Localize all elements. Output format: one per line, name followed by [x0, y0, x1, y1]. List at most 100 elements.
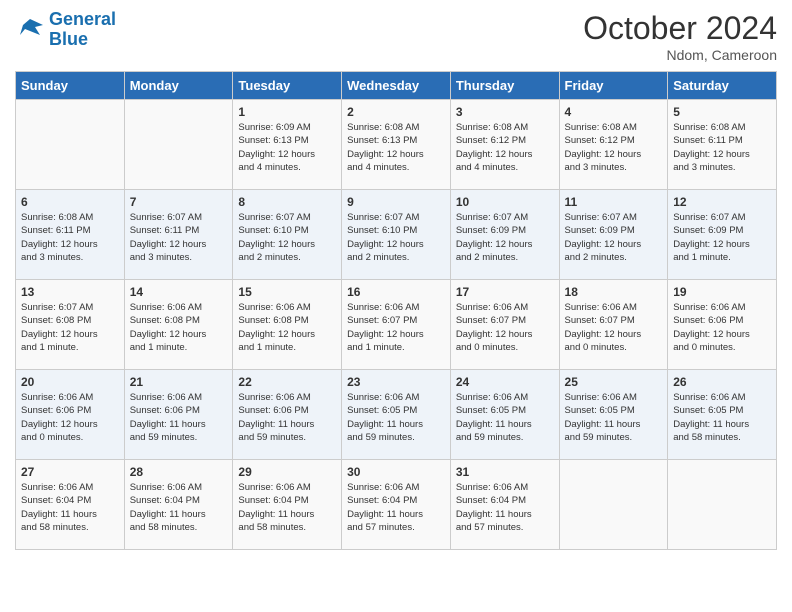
- calendar-cell: 6Sunrise: 6:08 AM Sunset: 6:11 PM Daylig…: [16, 190, 125, 280]
- day-info: Sunrise: 6:06 AM Sunset: 6:05 PM Dayligh…: [347, 391, 445, 444]
- day-info: Sunrise: 6:08 AM Sunset: 6:13 PM Dayligh…: [347, 121, 445, 174]
- calendar-cell: 20Sunrise: 6:06 AM Sunset: 6:06 PM Dayli…: [16, 370, 125, 460]
- calendar-week-4: 20Sunrise: 6:06 AM Sunset: 6:06 PM Dayli…: [16, 370, 777, 460]
- day-number: 5: [673, 105, 771, 119]
- col-header-tuesday: Tuesday: [233, 72, 342, 100]
- calendar-cell: 12 Sunrise: 6:07 AM Sunset: 6:09 PM Dayli…: [668, 190, 777, 280]
- day-number: 7: [130, 195, 228, 209]
- page-header: General Blue October 2024 Ndom, Cameroon: [15, 10, 777, 63]
- day-number: 12: [673, 195, 771, 209]
- day-info: Sunrise: 6:06 AM Sunset: 6:07 PM Dayligh…: [565, 301, 663, 354]
- calendar-cell: 14 Sunrise: 6:06 AM Sunset: 6:08 PM Dayli…: [124, 280, 233, 370]
- calendar-cell: 30Sunrise: 6:06 AM Sunset: 6:04 PM Dayli…: [342, 460, 451, 550]
- calendar-cell: 19 Sunrise: 6:06 AM Sunset: 6:06 PM Dayli…: [668, 280, 777, 370]
- day-number: 15: [238, 285, 336, 299]
- day-info: Sunrise: 6:06 AM Sunset: 6:04 PM Dayligh…: [21, 481, 119, 534]
- day-number: 2: [347, 105, 445, 119]
- day-info: Sunrise: 6:07 AM Sunset: 6:10 PM Dayligh…: [347, 211, 445, 264]
- calendar-cell: 15 Sunrise: 6:06 AM Sunset: 6:08 PM Dayli…: [233, 280, 342, 370]
- calendar-cell: 17Sunrise: 6:06 AM Sunset: 6:07 PM Dayli…: [450, 280, 559, 370]
- day-number: 22: [238, 375, 336, 389]
- month-title: October 2024: [583, 10, 777, 47]
- day-info: Sunrise: 6:07 AM Sunset: 6:09 PM Dayligh…: [456, 211, 554, 264]
- calendar-week-2: 6Sunrise: 6:08 AM Sunset: 6:11 PM Daylig…: [16, 190, 777, 280]
- calendar-cell: [16, 100, 125, 190]
- calendar-cell: [668, 460, 777, 550]
- calendar-cell: 8 Sunrise: 6:07 AM Sunset: 6:10 PM Daylig…: [233, 190, 342, 280]
- logo-icon: [15, 17, 45, 42]
- day-number: 26: [673, 375, 771, 389]
- day-number: 28: [130, 465, 228, 479]
- col-header-sunday: Sunday: [16, 72, 125, 100]
- col-header-friday: Friday: [559, 72, 668, 100]
- day-number: 4: [565, 105, 663, 119]
- calendar-cell: 24Sunrise: 6:06 AM Sunset: 6:05 PM Dayli…: [450, 370, 559, 460]
- calendar-cell: 18 Sunrise: 6:06 AM Sunset: 6:07 PM Dayli…: [559, 280, 668, 370]
- day-info: Sunrise: 6:06 AM Sunset: 6:04 PM Dayligh…: [456, 481, 554, 534]
- day-number: 9: [347, 195, 445, 209]
- calendar-cell: 3 Sunrise: 6:08 AM Sunset: 6:12 PM Daylig…: [450, 100, 559, 190]
- day-info: Sunrise: 6:06 AM Sunset: 6:07 PM Dayligh…: [347, 301, 445, 354]
- day-number: 24: [456, 375, 554, 389]
- calendar-cell: 5 Sunrise: 6:08 AM Sunset: 6:11 PM Daylig…: [668, 100, 777, 190]
- day-info: Sunrise: 6:06 AM Sunset: 6:08 PM Dayligh…: [238, 301, 336, 354]
- col-header-saturday: Saturday: [668, 72, 777, 100]
- calendar-cell: [559, 460, 668, 550]
- calendar-week-3: 13 Sunrise: 6:07 AM Sunset: 6:08 PM Dayli…: [16, 280, 777, 370]
- day-info: Sunrise: 6:07 AM Sunset: 6:08 PM Dayligh…: [21, 301, 119, 354]
- day-info: Sunrise: 6:06 AM Sunset: 6:06 PM Dayligh…: [130, 391, 228, 444]
- day-info: Sunrise: 6:08 AM Sunset: 6:12 PM Dayligh…: [456, 121, 554, 174]
- day-number: 8: [238, 195, 336, 209]
- day-info: Sunrise: 6:06 AM Sunset: 6:04 PM Dayligh…: [347, 481, 445, 534]
- logo-text: General Blue: [49, 10, 116, 50]
- logo-line2: Blue: [49, 29, 88, 49]
- calendar-cell: 2 Sunrise: 6:08 AM Sunset: 6:13 PM Daylig…: [342, 100, 451, 190]
- calendar-cell: 23 Sunrise: 6:06 AM Sunset: 6:05 PM Dayli…: [342, 370, 451, 460]
- day-number: 23: [347, 375, 445, 389]
- day-info: Sunrise: 6:07 AM Sunset: 6:09 PM Dayligh…: [673, 211, 771, 264]
- day-number: 31: [456, 465, 554, 479]
- day-info: Sunrise: 6:07 AM Sunset: 6:11 PM Dayligh…: [130, 211, 228, 264]
- day-info: Sunrise: 6:08 AM Sunset: 6:11 PM Dayligh…: [673, 121, 771, 174]
- calendar-cell: 10 Sunrise: 6:07 AM Sunset: 6:09 PM Dayli…: [450, 190, 559, 280]
- day-number: 25: [565, 375, 663, 389]
- day-info: Sunrise: 6:08 AM Sunset: 6:12 PM Dayligh…: [565, 121, 663, 174]
- day-number: 13: [21, 285, 119, 299]
- day-number: 27: [21, 465, 119, 479]
- day-info: Sunrise: 6:06 AM Sunset: 6:05 PM Dayligh…: [673, 391, 771, 444]
- day-number: 18: [565, 285, 663, 299]
- day-number: 29: [238, 465, 336, 479]
- day-number: 3: [456, 105, 554, 119]
- calendar-cell: 4 Sunrise: 6:08 AM Sunset: 6:12 PM Daylig…: [559, 100, 668, 190]
- day-number: 17: [456, 285, 554, 299]
- day-info: Sunrise: 6:06 AM Sunset: 6:06 PM Dayligh…: [673, 301, 771, 354]
- day-info: Sunrise: 6:06 AM Sunset: 6:06 PM Dayligh…: [21, 391, 119, 444]
- calendar-week-1: 1 Sunrise: 6:09 AM Sunset: 6:13 PM Daylig…: [16, 100, 777, 190]
- calendar-cell: 28 Sunrise: 6:06 AM Sunset: 6:04 PM Dayli…: [124, 460, 233, 550]
- day-number: 10: [456, 195, 554, 209]
- day-info: Sunrise: 6:07 AM Sunset: 6:10 PM Dayligh…: [238, 211, 336, 264]
- day-number: 16: [347, 285, 445, 299]
- day-info: Sunrise: 6:07 AM Sunset: 6:09 PM Dayligh…: [565, 211, 663, 264]
- day-info: Sunrise: 6:06 AM Sunset: 6:04 PM Dayligh…: [130, 481, 228, 534]
- calendar-cell: 13 Sunrise: 6:07 AM Sunset: 6:08 PM Dayli…: [16, 280, 125, 370]
- day-number: 1: [238, 105, 336, 119]
- day-number: 19: [673, 285, 771, 299]
- calendar-cell: 11 Sunrise: 6:07 AM Sunset: 6:09 PM Dayli…: [559, 190, 668, 280]
- calendar-cell: 9 Sunrise: 6:07 AM Sunset: 6:10 PM Daylig…: [342, 190, 451, 280]
- logo-line1: General: [49, 9, 116, 29]
- calendar-cell: 25Sunrise: 6:06 AM Sunset: 6:05 PM Dayli…: [559, 370, 668, 460]
- day-number: 21: [130, 375, 228, 389]
- location: Ndom, Cameroon: [583, 47, 777, 63]
- day-info: Sunrise: 6:06 AM Sunset: 6:08 PM Dayligh…: [130, 301, 228, 354]
- calendar-cell: 21 Sunrise: 6:06 AM Sunset: 6:06 PM Dayli…: [124, 370, 233, 460]
- day-number: 14: [130, 285, 228, 299]
- day-number: 11: [565, 195, 663, 209]
- day-info: Sunrise: 6:09 AM Sunset: 6:13 PM Dayligh…: [238, 121, 336, 174]
- day-info: Sunrise: 6:06 AM Sunset: 6:06 PM Dayligh…: [238, 391, 336, 444]
- calendar-cell: 29Sunrise: 6:06 AM Sunset: 6:04 PM Dayli…: [233, 460, 342, 550]
- calendar-cell: 16 Sunrise: 6:06 AM Sunset: 6:07 PM Dayli…: [342, 280, 451, 370]
- calendar-cell: 22 Sunrise: 6:06 AM Sunset: 6:06 PM Dayli…: [233, 370, 342, 460]
- calendar-cell: 1 Sunrise: 6:09 AM Sunset: 6:13 PM Daylig…: [233, 100, 342, 190]
- day-number: 6: [21, 195, 119, 209]
